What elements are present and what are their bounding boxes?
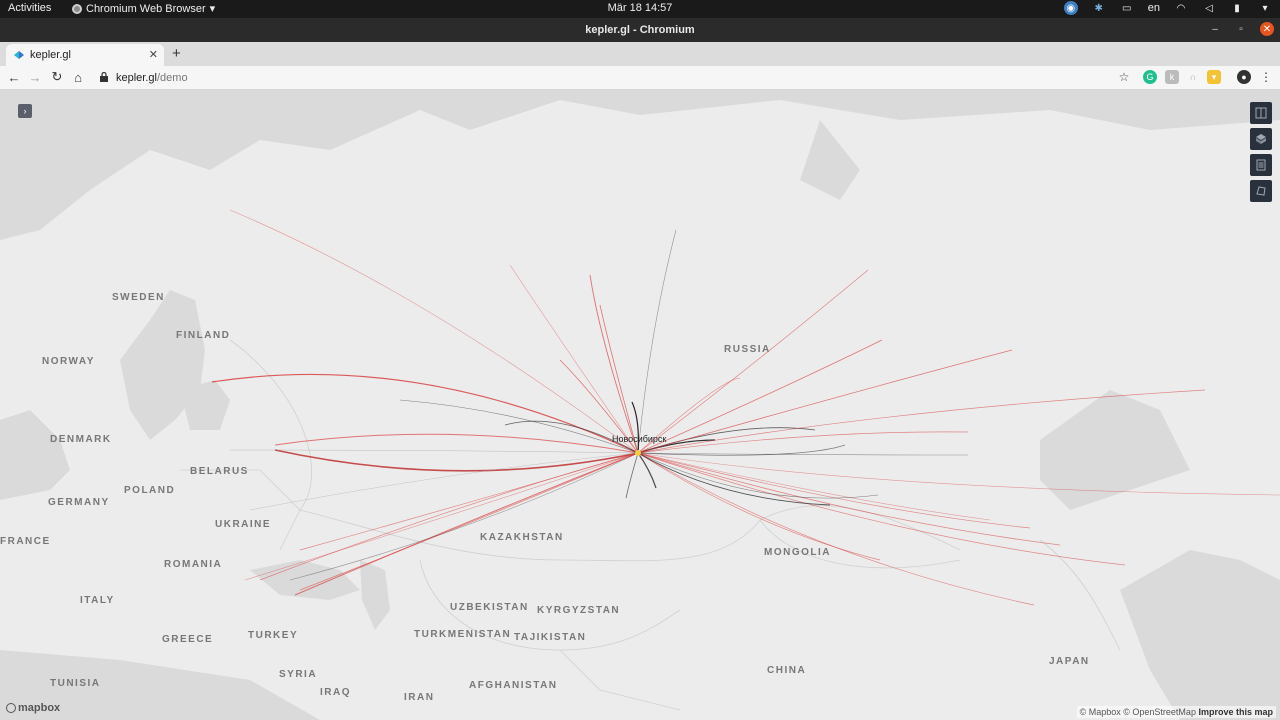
hub-point[interactable]: [635, 450, 641, 456]
browser-toolbar: ← → ↻ ⌂ kepler.gl/demo ☆ G k ∩ ▾ ● ⋮: [0, 66, 1280, 90]
side-panel-toggle-button[interactable]: ›: [18, 104, 32, 118]
profile-avatar[interactable]: ●: [1237, 70, 1251, 84]
draw-polygon-icon: [1256, 186, 1266, 196]
country-label: SWEDEN: [112, 292, 165, 303]
kebab-menu-icon[interactable]: ⋮: [1258, 69, 1274, 85]
close-window-icon[interactable]: ✕: [1260, 22, 1274, 36]
url-path: /demo: [156, 72, 188, 84]
extension-grammarly-icon[interactable]: G: [1143, 70, 1157, 84]
power-menu-icon[interactable]: ▾: [1258, 1, 1272, 15]
attribution-text[interactable]: © Mapbox © OpenStreetMap: [1080, 707, 1196, 717]
keyboard-language-indicator[interactable]: en: [1148, 2, 1160, 14]
tab-kepler[interactable]: kepler.gl ✕: [6, 44, 164, 66]
window-title: kepler.gl - Chromium: [585, 24, 695, 36]
forward-icon[interactable]: →: [27, 69, 43, 85]
country-label: ITALY: [80, 595, 115, 606]
monitor-icon[interactable]: ▭: [1120, 1, 1134, 15]
home-icon[interactable]: ⌂: [70, 69, 86, 85]
country-label: KAZAKHSTAN: [480, 532, 564, 543]
kepler-map-canvas[interactable]: SWEDEN FINLAND NORWAY RUSSIA DENMARK BEL…: [0, 90, 1280, 720]
country-label: RUSSIA: [724, 344, 771, 355]
3d-view-button[interactable]: [1250, 128, 1272, 150]
country-label: SYRIA: [279, 669, 318, 680]
mapbox-logo-icon: [6, 703, 16, 713]
draw-polygon-button[interactable]: [1250, 180, 1272, 202]
new-tab-icon[interactable]: +: [172, 45, 181, 62]
extension-k-icon[interactable]: k: [1165, 70, 1179, 84]
split-map-icon: [1255, 107, 1267, 119]
country-label: GERMANY: [48, 497, 110, 508]
country-label: FRANCE: [0, 536, 51, 547]
country-label: UKRAINE: [215, 519, 272, 530]
country-label: KYRGYZSTAN: [537, 605, 621, 616]
country-label: TUNISIA: [50, 678, 101, 689]
country-label: BELARUS: [190, 466, 249, 477]
hub-city-label: Новосибирск: [612, 434, 667, 444]
system-top-bar: Activities Chromium Web Browser ▾ Mär 18…: [0, 0, 1280, 18]
extension-shield-icon[interactable]: ▾: [1207, 70, 1221, 84]
back-icon[interactable]: ←: [6, 69, 22, 85]
country-label: FINLAND: [176, 330, 231, 341]
battery-icon[interactable]: ▮: [1230, 1, 1244, 15]
system-tray: ◉ ✱ ▭ en ◠ ◁ ▮ ▾: [1063, 1, 1272, 15]
wifi-icon[interactable]: ◠: [1174, 1, 1188, 15]
country-label: JAPAN: [1049, 656, 1090, 667]
chevron-right-icon: ›: [23, 106, 27, 116]
tab-close-icon[interactable]: ✕: [149, 48, 158, 61]
address-bar[interactable]: kepler.gl/demo: [96, 68, 1136, 88]
window-titlebar: kepler.gl - Chromium – ▫ ✕: [0, 18, 1280, 42]
globe-icon[interactable]: ◉: [1063, 1, 1078, 15]
url-text: kepler.gl/demo: [116, 72, 188, 84]
url-host: kepler.gl: [116, 72, 157, 84]
puzzle-icon[interactable]: ✱: [1092, 1, 1106, 15]
basemap: [0, 90, 1280, 720]
country-label: TURKEY: [248, 630, 299, 641]
country-label: IRAN: [404, 692, 435, 703]
country-label: DENMARK: [50, 434, 112, 445]
cube-icon: [1256, 134, 1266, 144]
country-label: POLAND: [124, 485, 176, 496]
volume-icon[interactable]: ◁: [1202, 1, 1216, 15]
bookmark-star-icon[interactable]: ☆: [1116, 69, 1132, 85]
country-label: TURKMENISTAN: [414, 629, 512, 640]
country-label: AFGHANISTAN: [469, 680, 558, 691]
country-label: IRAQ: [320, 687, 351, 698]
window-controls: – ▫ ✕: [1208, 22, 1274, 36]
lock-icon: [100, 72, 108, 82]
extension-arc-icon[interactable]: ∩: [1186, 70, 1200, 84]
kepler-favicon-icon: [14, 51, 24, 59]
legend-icon: [1256, 159, 1266, 171]
country-label: ROMANIA: [164, 559, 223, 570]
improve-map-link[interactable]: Improve this map: [1198, 707, 1273, 717]
country-label: GREECE: [162, 634, 214, 645]
country-label: CHINA: [767, 665, 807, 676]
restore-icon[interactable]: ▫: [1234, 22, 1248, 36]
mapbox-logo[interactable]: mapbox: [6, 702, 60, 714]
tab-title: kepler.gl: [30, 49, 71, 61]
reload-icon[interactable]: ↻: [49, 69, 65, 85]
map-attribution: © Mapbox © OpenStreetMap Improve this ma…: [1076, 706, 1276, 718]
split-map-button[interactable]: [1250, 102, 1272, 124]
country-label: MONGOLIA: [764, 547, 831, 558]
country-label: NORWAY: [42, 356, 95, 367]
tab-strip: kepler.gl ✕ +: [0, 42, 1280, 66]
legend-button[interactable]: [1250, 154, 1272, 176]
country-label: UZBEKISTAN: [450, 602, 529, 613]
mapbox-logo-text: mapbox: [18, 702, 61, 714]
country-label: TAJIKISTAN: [514, 632, 587, 643]
minimize-icon[interactable]: –: [1208, 22, 1222, 36]
